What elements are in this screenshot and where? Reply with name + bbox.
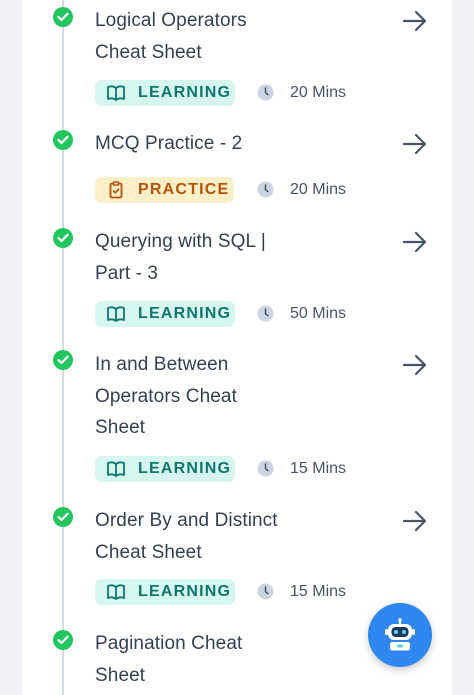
badge-label: LEARNING [138,460,232,477]
clipboard-icon [109,181,123,199]
arrow-right-icon[interactable] [402,510,428,532]
duration-text: 20 Mins [290,84,347,101]
item-title-line: Cheat Sheet [95,541,202,563]
learning-badge: LEARNING [95,456,235,482]
badge-label: PRACTICE [138,181,230,198]
item-title-line: Part - 3 [95,262,159,284]
item-title-line: Cheat Sheet [95,41,202,63]
item-title-line: Logical Operators [95,10,247,31]
assistant-button[interactable] [368,603,432,667]
duration-text: 15 Mins [290,460,347,477]
learning-badge: LEARNING [95,80,235,106]
duration-text: 50 Mins [290,305,347,322]
clock-icon [257,305,274,322]
item-title-line: Sheet [95,417,146,438]
check-icon [53,228,73,248]
clock-icon [257,460,274,477]
check-icon [53,630,73,650]
item-title-line: Sheet [95,664,146,686]
item-title[interactable]: Pagination Cheat Sheet [95,628,325,691]
item-title[interactable]: Querying with SQL | Part - 3 [95,226,325,289]
book-icon [107,85,125,101]
clock-icon [257,181,274,198]
item-title[interactable]: In and Between Operators Cheat Sheet [95,349,325,444]
item-title-line: Querying with SQL | [95,231,266,252]
book-icon [107,584,125,600]
clock-icon [257,84,274,101]
arrow-right-icon[interactable] [402,133,428,155]
badge-label: LEARNING [138,84,232,101]
duration-text: 15 Mins [290,583,347,600]
item-title-line: Pagination Cheat [95,633,243,654]
arrow-right-icon[interactable] [402,10,428,32]
learning-badge: LEARNING [95,579,235,605]
clock-icon [257,583,274,600]
badge-label: LEARNING [138,583,232,600]
item-title[interactable]: Logical Operators Cheat Sheet [95,5,325,68]
duration-text: 20 Mins [290,181,347,198]
timeline-line [62,0,64,695]
item-title[interactable]: MCQ Practice - 2 [95,128,325,160]
item-title-line: Operators Cheat [95,385,237,407]
item-title-line: In and Between [95,354,229,375]
robot-icon [385,618,415,651]
book-icon [107,306,125,322]
practice-badge: PRACTICE [95,177,234,203]
arrow-right-icon[interactable] [402,231,428,253]
content-panel [22,0,452,695]
check-icon [53,507,73,527]
item-title-line: MCQ Practice - 2 [95,133,243,154]
check-icon [53,350,73,370]
check-icon [53,7,73,27]
badge-label: LEARNING [138,305,232,322]
arrow-right-icon[interactable] [402,354,428,376]
item-title[interactable]: Order By and Distinct Cheat Sheet [95,505,325,568]
item-title-line: Order By and Distinct [95,510,278,531]
book-icon [107,461,125,477]
learning-badge: LEARNING [95,301,235,327]
check-icon [53,130,73,150]
